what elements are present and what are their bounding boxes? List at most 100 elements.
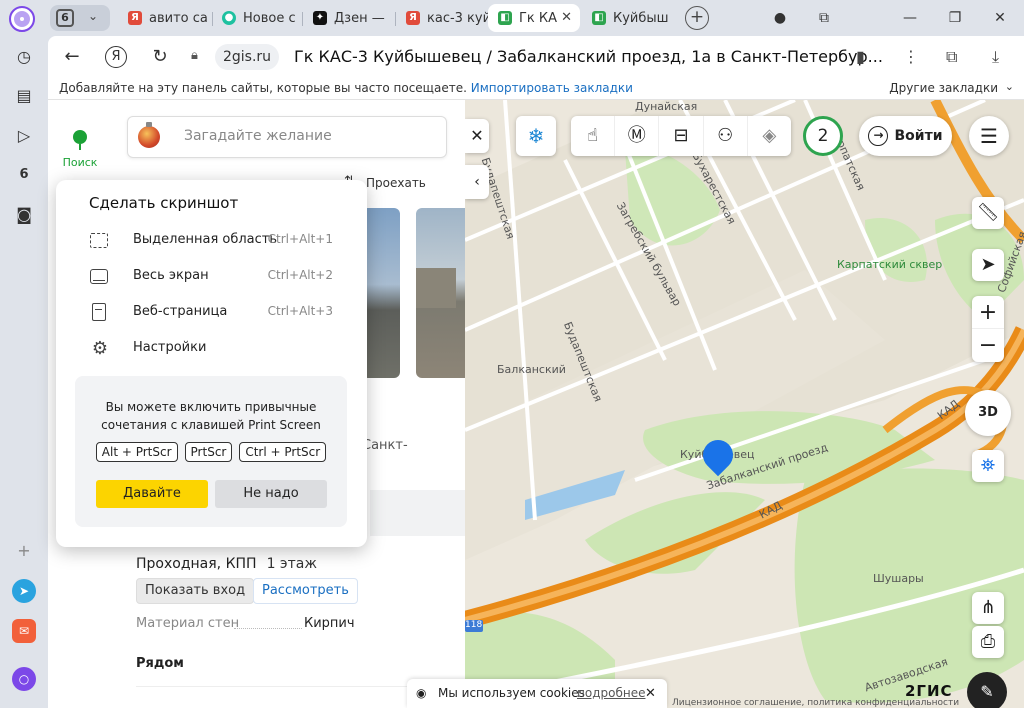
menu-item-full-screen[interactable]: Весь экран Ctrl+Alt+2 xyxy=(90,265,350,289)
yandex-favicon-icon: Я xyxy=(406,11,420,25)
3d-button[interactable]: 3D xyxy=(965,390,1011,436)
screen-icon xyxy=(90,269,108,284)
collapse-panel-button[interactable]: ‹ xyxy=(465,165,489,199)
yandex-logo-icon[interactable]: Я xyxy=(105,46,127,68)
hotkey-badge: Alt + PrtScr xyxy=(95,442,178,462)
accept-button[interactable]: Давайте xyxy=(96,480,208,508)
bookmarks-bar: Добавляйте на эту панель сайты, которые … xyxy=(48,78,1024,100)
map-icon[interactable]: ⛯ xyxy=(972,450,1004,482)
geolocation-icon[interactable]: ➤ xyxy=(972,249,1004,281)
messenger-favicon-icon: ● xyxy=(222,11,236,25)
domain-pill[interactable]: 2gis.ru xyxy=(215,44,279,70)
cookie-icon: ◉ xyxy=(416,686,427,700)
login-button[interactable]: → Войти xyxy=(859,116,952,156)
search-pin-icon[interactable] xyxy=(72,130,88,150)
cookie-more-link[interactable]: подробнее xyxy=(577,679,645,708)
telegram-icon[interactable]: ➤ xyxy=(12,579,36,603)
add-panel-icon[interactable]: + xyxy=(12,539,36,563)
screenshot-title: Сделать скриншот xyxy=(89,194,239,212)
nav-search-label[interactable]: Поиск xyxy=(48,156,112,169)
notes-icon[interactable]: ▤ xyxy=(12,84,36,108)
history-icon[interactable]: ◷ xyxy=(12,45,36,69)
tab-kas3[interactable]: Я кас-3 куй xyxy=(396,4,488,32)
hotkey-badge: PrtScr xyxy=(184,442,233,462)
menu-item-web-page[interactable]: Веб-страница Ctrl+Alt+3 xyxy=(90,301,350,325)
2gis-favicon-icon: ◧ xyxy=(498,11,512,25)
close-icon[interactable]: ✕ xyxy=(645,679,656,708)
login-arrow-icon: → xyxy=(868,126,889,146)
menu-item-selected-area[interactable]: Выделенная область Ctrl+Alt+1 xyxy=(90,229,350,253)
alice-icon[interactable] xyxy=(9,6,35,32)
mail-icon[interactable]: ✉ xyxy=(12,619,36,643)
tip-text: Вы можете включить привычные сочетания с… xyxy=(101,400,321,432)
bookmark-icon[interactable]: ▮ xyxy=(856,47,865,66)
ruler-icon[interactable]: 📏︎ xyxy=(972,197,1004,229)
minimize-icon[interactable]: — xyxy=(900,8,920,28)
record-icon[interactable]: ● xyxy=(770,8,790,28)
collections-icon[interactable]: ⧉ xyxy=(814,8,834,28)
metro-icon[interactable]: Ⓜ xyxy=(615,116,660,156)
tab-new[interactable]: ● Новое с xyxy=(212,4,302,32)
selection-icon xyxy=(90,233,108,248)
share-icon[interactable]: ⋔ xyxy=(972,592,1004,624)
close-window-icon[interactable]: ✕ xyxy=(990,8,1010,28)
download-icon[interactable]: ⤓ xyxy=(992,47,999,67)
view-button[interactable]: Рассмотреть xyxy=(253,578,358,604)
other-bookmarks[interactable]: Другие закладки xyxy=(889,81,998,95)
lock-icon[interactable]: 🔒︎ xyxy=(191,48,198,63)
back-icon[interactable]: ← xyxy=(60,45,84,69)
show-entrance-button[interactable]: Показать вход xyxy=(136,578,255,604)
tab-count-button[interactable]: 6 ⌄ xyxy=(50,5,110,31)
reload-icon[interactable]: ↻ xyxy=(148,45,172,69)
browser-sidebar: ◷ ▤ ▷ 6 ◙ + ➤ ✉ ○ xyxy=(0,36,48,708)
tab-dzen[interactable]: ✦ Дзен — xyxy=(303,4,395,32)
tab-avito[interactable]: Я авито са xyxy=(118,4,212,32)
map-label-karpatsky-skver: Карпатский сквер xyxy=(837,258,943,271)
zoom-in-button[interactable]: + xyxy=(972,296,1004,329)
gesture-icon[interactable]: ☝ xyxy=(571,116,616,156)
chevron-down-icon: ⌄ xyxy=(88,9,99,23)
snowflake-icon[interactable]: ❄ xyxy=(516,116,556,156)
zoom-out-button[interactable]: − xyxy=(972,329,1004,362)
people-icon[interactable]: ⚇ xyxy=(704,116,748,156)
chat-icon[interactable]: ✎ xyxy=(967,672,1007,708)
print-icon[interactable]: ⎙ xyxy=(972,626,1004,658)
map[interactable]: Дунайская Будапештская Загребский бульва… xyxy=(465,100,1024,708)
place-photo[interactable] xyxy=(362,208,400,378)
import-bookmarks-link[interactable]: Импортировать закладки xyxy=(471,81,633,95)
map-label-balkansky: Балканский xyxy=(497,363,566,376)
notifications-badge[interactable]: 2 xyxy=(803,116,843,156)
close-tab-icon[interactable]: ✕ xyxy=(561,10,572,25)
alice-assistant-icon[interactable]: ○ xyxy=(12,667,36,691)
extensions-icon[interactable]: ⧉ xyxy=(946,47,957,67)
tab-kuibysh[interactable]: ◧ Куйбыш xyxy=(582,4,674,32)
map-label-shushary: Шушары xyxy=(873,572,924,585)
video-icon[interactable]: ▷ xyxy=(12,124,36,148)
2gis-favicon-icon: ◧ xyxy=(592,11,606,25)
new-tab-button[interactable]: + xyxy=(685,6,709,30)
menu-dots-icon[interactable]: ⋮ xyxy=(903,47,919,66)
decline-button[interactable]: Не надо xyxy=(215,480,327,508)
menu-item-settings[interactable]: ⚙ Настройки xyxy=(90,337,350,361)
zoom-control: + − xyxy=(972,296,1004,362)
search-input[interactable]: Загадайте желание xyxy=(127,116,447,158)
menu-icon[interactable]: ☰ xyxy=(969,116,1009,156)
tabs-count-icon[interactable]: 6 xyxy=(12,163,36,187)
map-label-route: 118 xyxy=(465,620,483,630)
restore-icon[interactable]: ❐ xyxy=(945,8,965,28)
tab-label: Новое с xyxy=(243,10,296,26)
tab-strip: 6 ⌄ Я авито са ● Новое с ✦ Дзен — Я кас-… xyxy=(0,0,1024,36)
close-panel-button[interactable]: ✕ xyxy=(465,119,489,153)
map-canvas xyxy=(465,100,1024,708)
page-title[interactable]: Гк КАС-3 Куйбышевец / Забалканский проез… xyxy=(294,47,883,66)
camera-icon[interactable]: ◙ xyxy=(12,203,36,227)
menu-item-hotkey: Ctrl+Alt+2 xyxy=(267,268,333,282)
tab-gk-kas-active[interactable]: ◧ Гк КА ✕ xyxy=(488,4,580,32)
place-photo[interactable] xyxy=(416,208,465,378)
tab-count: 6 xyxy=(56,9,74,27)
layers-icon[interactable]: ◈ xyxy=(748,116,791,156)
bus-icon[interactable]: ⊟ xyxy=(659,116,704,156)
yandex-favicon-icon: Я xyxy=(128,11,142,25)
route-button[interactable]: Проехать xyxy=(366,176,426,190)
licence-link[interactable]: Лицензионное соглашение, политика конфид… xyxy=(672,698,959,708)
